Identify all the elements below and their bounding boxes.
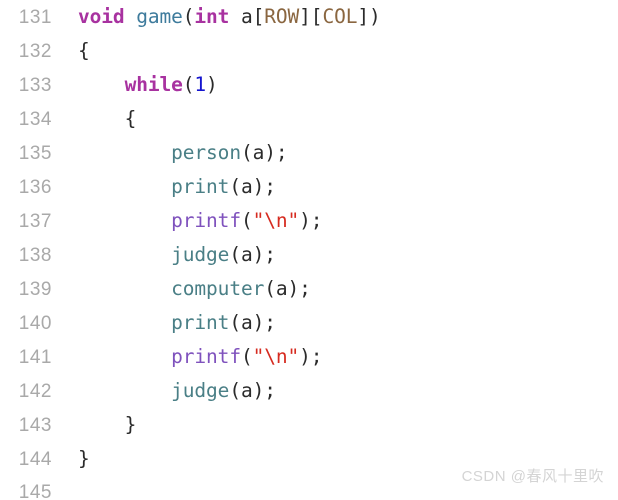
code-line[interactable]: 135 person(a);: [0, 136, 618, 170]
code-line[interactable]: 131 void game(int a[ROW][COL]): [0, 0, 618, 34]
code-line-text[interactable]: printf("\n");: [52, 340, 618, 374]
token-punctuation: }: [124, 413, 137, 436]
code-line-text[interactable]: {: [52, 34, 618, 68]
token-punctuation: (a);: [229, 243, 276, 266]
token-user-call: person: [171, 141, 241, 164]
line-number: 135: [18, 143, 52, 164]
code-editor-content[interactable]: 131 void game(int a[ROW][COL]) 132{133 whi…: [0, 0, 618, 500]
token-punctuation: (a);: [240, 141, 288, 164]
code-line[interactable]: 132 {: [0, 34, 618, 68]
token-user-call: judge: [171, 379, 230, 402]
token-punctuation: {: [78, 39, 90, 62]
token-punctuation: (a);: [229, 311, 276, 334]
line-number: 132: [18, 41, 52, 62]
line-number: 139: [18, 279, 52, 300]
token-keyword: while: [124, 73, 183, 96]
code-line-text[interactable]: {: [52, 102, 618, 136]
token-punctuation: (a);: [229, 175, 276, 198]
token-string: "\n": [252, 345, 300, 368]
code-line-text[interactable]: person(a);: [52, 136, 618, 170]
token-number: 1: [194, 73, 207, 96]
token-punctuation: (: [182, 73, 195, 96]
line-number: 140: [18, 313, 52, 334]
token-user-call: judge: [171, 243, 230, 266]
code-line[interactable]: 133 while(1): [0, 68, 618, 102]
line-number: 137: [18, 211, 52, 232]
token-macro-constant: ROW: [264, 5, 300, 28]
token-punctuation: }: [78, 447, 90, 470]
token-string: "\n": [252, 209, 300, 232]
code-line[interactable]: 137 printf("\n");: [0, 204, 618, 238]
code-line[interactable]: 143 }: [0, 408, 618, 442]
token-punctuation: ): [206, 73, 218, 96]
line-number: 145: [18, 482, 52, 500]
token-user-call: print: [171, 311, 230, 334]
token-punctuation: {: [124, 107, 137, 130]
token-punctuation: (: [182, 5, 195, 28]
token-keyword: int: [194, 5, 230, 28]
token-punctuation: (: [240, 209, 253, 232]
code-line[interactable]: 138 judge(a);: [0, 238, 618, 272]
code-line-text[interactable]: judge(a);: [52, 238, 618, 272]
code-line-text[interactable]: computer(a);: [52, 272, 618, 306]
code-line-text[interactable]: judge(a);: [52, 374, 618, 408]
token-keyword: void: [78, 5, 125, 28]
token-punctuation: (a);: [229, 379, 276, 402]
code-line[interactable]: 134 {: [0, 102, 618, 136]
code-line[interactable]: 139 computer(a);: [0, 272, 618, 306]
code-line-text[interactable]: print(a);: [52, 306, 618, 340]
line-number: 142: [18, 381, 52, 402]
token-punctuation: (a);: [264, 277, 311, 300]
token-punctuation: (: [240, 345, 253, 368]
code-line[interactable]: 136 print(a);: [0, 170, 618, 204]
code-line[interactable]: 142 judge(a);: [0, 374, 618, 408]
line-number: 143: [18, 415, 52, 436]
code-line-text[interactable]: printf("\n");: [52, 204, 618, 238]
token-punctuation: ][: [299, 5, 323, 28]
code-screenshot: 131 void game(int a[ROW][COL]) 132{133 whi…: [0, 0, 618, 500]
line-number: 136: [18, 177, 52, 198]
token-punctuation: ]): [357, 5, 381, 28]
line-number: 138: [18, 245, 52, 266]
token-builtin-function: printf: [171, 209, 241, 232]
line-number: 141: [18, 347, 52, 368]
code-line-text[interactable]: }: [52, 408, 618, 442]
code-line-text[interactable]: while(1): [52, 68, 618, 102]
line-number: 133: [18, 75, 52, 96]
token-macro-constant: COL: [322, 5, 358, 28]
code-line-text[interactable]: print(a);: [52, 170, 618, 204]
token-punctuation: a[: [229, 5, 265, 28]
token-punctuation: );: [299, 345, 323, 368]
code-line[interactable]: 140 print(a);: [0, 306, 618, 340]
line-number: 134: [18, 109, 52, 130]
line-number: 144: [18, 449, 52, 470]
token-function-name: game: [136, 5, 183, 28]
token-user-call: print: [171, 175, 230, 198]
token-punctuation: );: [299, 209, 323, 232]
code-line-text[interactable]: void game(int a[ROW][COL]): [52, 0, 618, 34]
token-user-call: computer: [171, 277, 265, 300]
token-builtin-function: printf: [171, 345, 241, 368]
line-number: 131: [18, 7, 52, 28]
csdn-watermark: CSDN @春风十里吹: [461, 468, 604, 485]
code-line[interactable]: 141 printf("\n");: [0, 340, 618, 374]
